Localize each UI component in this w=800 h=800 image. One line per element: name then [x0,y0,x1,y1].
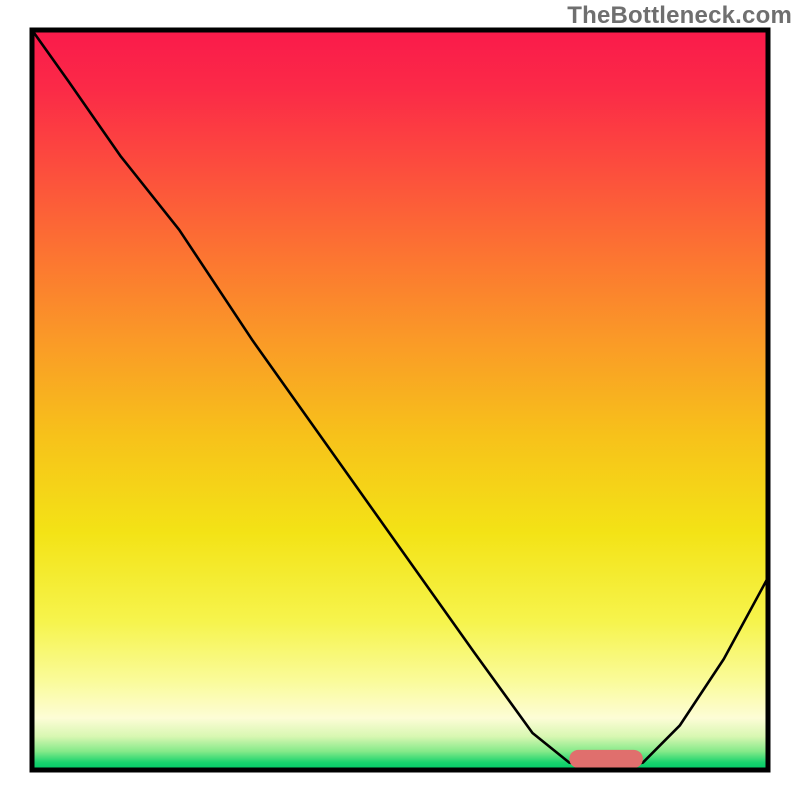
bottleneck-chart [0,0,800,800]
ideal-marker [569,750,643,768]
chart-container: TheBottleneck.com [0,0,800,800]
gradient-background [32,30,768,770]
